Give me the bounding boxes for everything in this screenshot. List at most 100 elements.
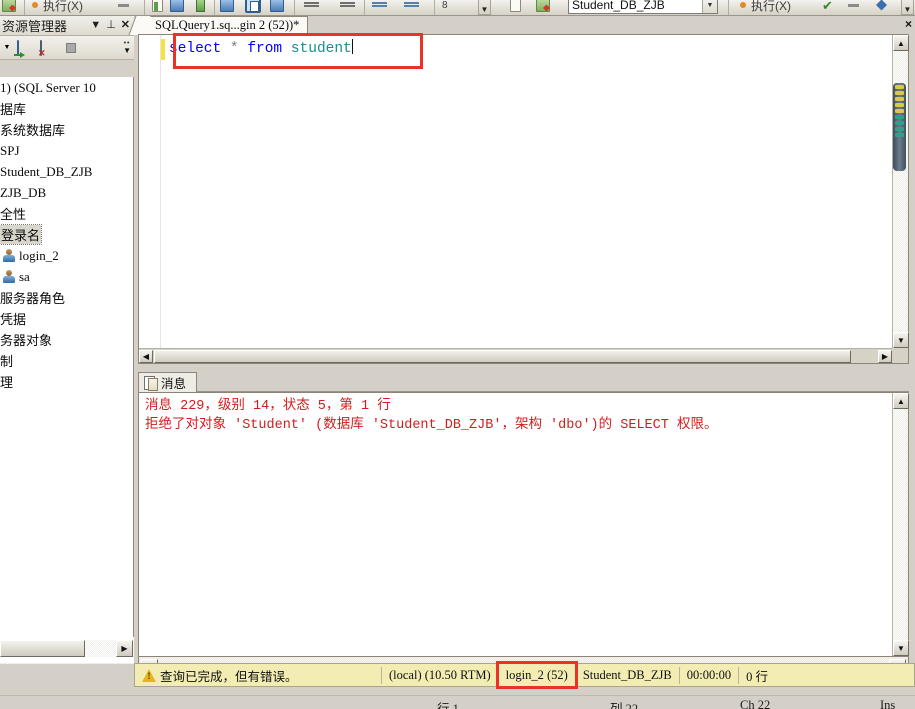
comment-button[interactable] xyxy=(304,0,319,15)
editor-tab-close-icon[interactable]: × xyxy=(905,17,912,31)
parse-icon xyxy=(152,0,163,12)
results-to-grid-button[interactable] xyxy=(244,0,262,15)
editor-horizontal-scrollbar[interactable]: ◀ ▶ xyxy=(139,348,892,363)
specify-values-button[interactable] xyxy=(510,0,521,15)
filter-button[interactable] xyxy=(876,0,887,15)
execute-button-right[interactable]: 执行(X) xyxy=(740,0,791,15)
connect-icon[interactable] xyxy=(14,39,35,58)
outdent-button[interactable] xyxy=(404,0,419,15)
explorer-scroll-thumb[interactable] xyxy=(0,640,85,657)
debug-button[interactable]: 执行(X) xyxy=(32,0,83,15)
tree-item[interactable]: 全性 xyxy=(0,203,133,224)
tree-item[interactable]: ZJB_DB xyxy=(0,182,133,203)
stop-icon[interactable] xyxy=(61,39,81,57)
uncomment-button[interactable] xyxy=(340,0,355,15)
status-result-text: 查询已完成，但有错误。 xyxy=(160,669,298,684)
editor-scroll-corner xyxy=(892,348,908,363)
cancel-button[interactable] xyxy=(536,0,550,15)
editor-scroll-down-icon[interactable]: ▼ xyxy=(893,332,909,348)
tab-messages[interactable]: 消息 xyxy=(138,372,198,392)
results-to-grid-icon xyxy=(245,0,261,13)
tree-item[interactable]: 1) (SQL Server 10 xyxy=(0,77,133,98)
toolbar-overflow-1[interactable]: ▼ xyxy=(478,0,491,15)
tree-item-label: 务器对象 xyxy=(0,333,53,348)
results-to-text-button[interactable] xyxy=(220,0,234,15)
object-explorer-tree[interactable]: 1) (SQL Server 10 据库 系统数据库 SPJ Student_DB_ZJ… xyxy=(0,77,134,637)
explorer-scroll-right-icon[interactable]: ▶ xyxy=(116,640,133,657)
messages-vertical-scrollbar[interactable]: ▲ ▼ xyxy=(892,393,909,656)
object-explorer-panel: 资源管理器 ▼ ⊥ ✕ ▼ ✕ •• ▼ 1) (SQL Server 10 据… xyxy=(0,16,134,663)
indent-button[interactable] xyxy=(372,0,387,15)
stop-icon xyxy=(118,3,129,7)
dropdown-icon[interactable]: ▼ xyxy=(90,20,101,31)
dash-icon xyxy=(848,3,859,7)
execute-button-left[interactable] xyxy=(2,0,16,15)
editor-scroll-left-icon[interactable]: ◀ xyxy=(139,350,153,363)
execute-label-right: 执行(X) xyxy=(751,0,791,13)
text-caret xyxy=(351,39,353,54)
tree-item-label: ZJB_DB xyxy=(0,184,47,200)
messages-pane[interactable]: 消息 229，级别 14，状态 5，第 1 行 拒绝了对对象 'Student'… xyxy=(138,392,909,657)
tree-item[interactable]: login_2 xyxy=(0,245,133,266)
tree-item[interactable]: 据库 xyxy=(0,98,133,119)
include-plan-button[interactable] xyxy=(196,0,205,15)
status-login: login_2 (52) xyxy=(505,667,568,682)
tree-item-label: 理 xyxy=(0,375,14,390)
indent-icon xyxy=(372,1,387,9)
display-plan-button[interactable] xyxy=(170,0,184,15)
stop-button[interactable] xyxy=(118,0,129,15)
database-combo-value: Student_DB_ZJB xyxy=(572,0,665,12)
explorer-dropdown-icon[interactable]: ▼ xyxy=(2,39,12,57)
results-to-text-icon xyxy=(220,0,234,12)
tree-item[interactable]: Student_DB_ZJB xyxy=(0,161,133,182)
tree-item[interactable]: 理 xyxy=(0,371,133,392)
toolbar-overflow-2[interactable]: ▼ xyxy=(901,0,914,15)
tree-item[interactable]: 凭据 xyxy=(0,308,133,329)
diamond-icon xyxy=(876,0,887,11)
cancel-icon xyxy=(536,0,550,12)
sql-code-text[interactable]: select * from student xyxy=(169,39,908,60)
messages-scroll-up-icon[interactable]: ▲ xyxy=(893,393,909,409)
tree-item[interactable]: 务器对象 xyxy=(0,329,133,350)
pin-icon[interactable]: ⊥ xyxy=(106,20,116,31)
check-button[interactable]: ✔ xyxy=(822,0,833,15)
messages-scroll-down-icon[interactable]: ▼ xyxy=(893,640,909,656)
explorer-toolbar-overflow[interactable]: •• ▼ xyxy=(123,40,132,55)
status-bar-secondary: 行 1 列 22 Ch 22 Ins xyxy=(0,695,915,709)
tree-item[interactable]: 制 xyxy=(0,350,133,371)
tree-item-label: login_2 xyxy=(19,247,59,263)
error-message-text: 消息 229，级别 14，状态 5，第 1 行 拒绝了对对象 'Student'… xyxy=(145,397,888,435)
close-icon[interactable]: ✕ xyxy=(121,20,130,31)
tree-item[interactable]: 系统数据库 xyxy=(0,119,133,140)
editor-change-indicator xyxy=(161,39,165,60)
editor-scroll-up-icon[interactable]: ▲ xyxy=(893,35,909,51)
tree-item[interactable]: 登录名 xyxy=(0,224,133,245)
execute-label-left: 执行(X) xyxy=(43,0,83,13)
sql-editor[interactable]: select * from student ▲ ▼ ◀ ▶ xyxy=(138,33,909,364)
editor-vertical-scrollbar[interactable]: ▲ ▼ xyxy=(892,35,909,348)
tab-size-button[interactable]: 8 xyxy=(442,0,448,15)
status-ch: Ch 22 xyxy=(740,698,771,709)
parse-button[interactable] xyxy=(152,0,163,15)
tree-item-label: 登录名 xyxy=(0,224,43,245)
status-bar-main: 查询已完成，但有错误。 (local) (10.50 RTM) login_2 … xyxy=(134,663,915,687)
editor-gutter xyxy=(139,35,161,363)
explorer-horizontal-scrollbar[interactable]: ▶ xyxy=(0,637,134,663)
disconnect-icon[interactable]: ✕ xyxy=(38,39,58,57)
editor-tab-sqlquery1[interactable]: SQLQuery1.sq...gin 2 (52))* xyxy=(138,16,309,34)
results-to-file-button[interactable] xyxy=(270,0,284,15)
editor-scroll-right-icon[interactable]: ▶ xyxy=(878,350,892,363)
dash-button[interactable] xyxy=(848,0,859,15)
document-area: SQLQuery1.sq...gin 2 (52))* × select * f… xyxy=(134,16,915,679)
object-explorer-title: 资源管理器 xyxy=(2,19,68,34)
execute-icon xyxy=(2,0,16,12)
editor-hscroll-thumb[interactable] xyxy=(154,350,851,363)
database-combo[interactable]: Student_DB_ZJB ▼ xyxy=(568,0,718,14)
status-line: 行 1 xyxy=(437,702,459,709)
tree-item[interactable]: SPJ xyxy=(0,140,133,161)
status-bar: 查询已完成，但有错误。 (local) (10.50 RTM) login_2 … xyxy=(0,661,915,695)
chevron-down-icon[interactable]: ▼ xyxy=(702,0,717,13)
comment-icon xyxy=(304,1,319,9)
tree-item[interactable]: 服务器角色 xyxy=(0,287,133,308)
tree-item[interactable]: sa xyxy=(0,266,133,287)
